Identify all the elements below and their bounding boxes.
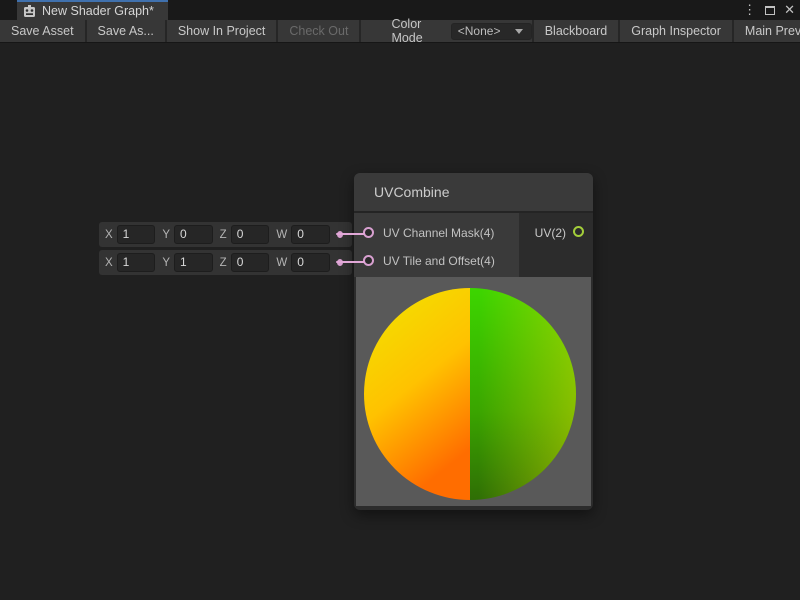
node-body: UV Channel Mask(4) UV Tile and Offset(4)… xyxy=(354,213,593,277)
input-port-label: UV Tile and Offset(4) xyxy=(383,254,495,268)
x-label: X xyxy=(105,257,113,269)
window-controls: ⋮ ✕ xyxy=(743,0,795,20)
x-field[interactable]: 1 xyxy=(117,253,156,272)
edge-wire-2[interactable] xyxy=(336,261,365,263)
uv-output-port[interactable] xyxy=(573,226,584,237)
node-title: UVCombine xyxy=(374,184,449,200)
color-mode-dropdown[interactable]: <None> xyxy=(451,23,532,40)
toolbar-right-group: Blackboard Graph Inspector Main Preview xyxy=(532,20,800,42)
preview-sphere xyxy=(356,277,591,506)
shader-graph-icon xyxy=(23,5,36,18)
close-icon[interactable]: ✕ xyxy=(784,0,795,20)
color-mode-selected-value: <None> xyxy=(458,24,515,38)
graph-canvas[interactable]: X 1 Y 0 Z 0 W 0 X 1 Y 1 Z 0 W 0 U xyxy=(0,43,800,600)
edge-wire-1[interactable] xyxy=(336,233,365,235)
node-header[interactable]: UVCombine xyxy=(354,173,593,213)
toolbar: Save Asset Save As... Show In Project Ch… xyxy=(0,20,800,43)
check-out-button[interactable]: Check Out xyxy=(278,20,361,42)
y-field[interactable]: 1 xyxy=(174,253,213,272)
x-label: X xyxy=(105,229,113,241)
chevron-down-icon xyxy=(515,29,523,34)
show-in-project-button[interactable]: Show In Project xyxy=(167,20,279,42)
more-icon[interactable]: ⋮ xyxy=(743,0,756,20)
graph-inspector-button[interactable]: Graph Inspector xyxy=(618,20,732,42)
y-field[interactable]: 0 xyxy=(174,225,213,244)
main-preview-button[interactable]: Main Preview xyxy=(732,20,800,42)
save-asset-button[interactable]: Save Asset xyxy=(0,20,87,42)
y-label: Y xyxy=(162,257,170,269)
w-field[interactable]: 0 xyxy=(291,225,330,244)
tab-title: New Shader Graph* xyxy=(42,4,154,18)
color-mode-group: Color Mode <None> xyxy=(391,20,531,42)
node-preview xyxy=(356,277,591,506)
w-label: W xyxy=(276,229,287,241)
tab-new-shader-graph[interactable]: New Shader Graph* xyxy=(17,0,168,20)
x-field[interactable]: 1 xyxy=(117,225,156,244)
z-field[interactable]: 0 xyxy=(231,253,270,272)
input-port-label: UV Channel Mask(4) xyxy=(383,226,494,240)
shader-graph-window: New Shader Graph* ⋮ ✕ Save Asset Save As… xyxy=(0,0,800,600)
input-port-row: UV Channel Mask(4) xyxy=(354,219,519,246)
z-label: Z xyxy=(220,257,227,269)
z-label: Z xyxy=(220,229,227,241)
vector4-input-widget-1[interactable]: X 1 Y 0 Z 0 W 0 xyxy=(99,222,352,247)
y-label: Y xyxy=(162,229,170,241)
w-label: W xyxy=(276,257,287,269)
vector4-input-widget-2[interactable]: X 1 Y 1 Z 0 W 0 xyxy=(99,250,352,275)
output-port-label: UV(2) xyxy=(535,226,566,240)
save-as-button[interactable]: Save As... xyxy=(87,20,167,42)
uvcombine-node[interactable]: UVCombine UV Channel Mask(4) UV Tile and… xyxy=(354,173,593,510)
maximize-icon[interactable] xyxy=(765,6,775,15)
input-port-row: UV Tile and Offset(4) xyxy=(354,247,519,274)
node-input-ports: UV Channel Mask(4) UV Tile and Offset(4) xyxy=(354,213,519,277)
z-field[interactable]: 0 xyxy=(231,225,270,244)
node-output-ports: UV(2) xyxy=(519,213,593,277)
w-field[interactable]: 0 xyxy=(291,253,330,272)
blackboard-button[interactable]: Blackboard xyxy=(532,20,619,42)
color-mode-label: Color Mode xyxy=(391,17,441,45)
